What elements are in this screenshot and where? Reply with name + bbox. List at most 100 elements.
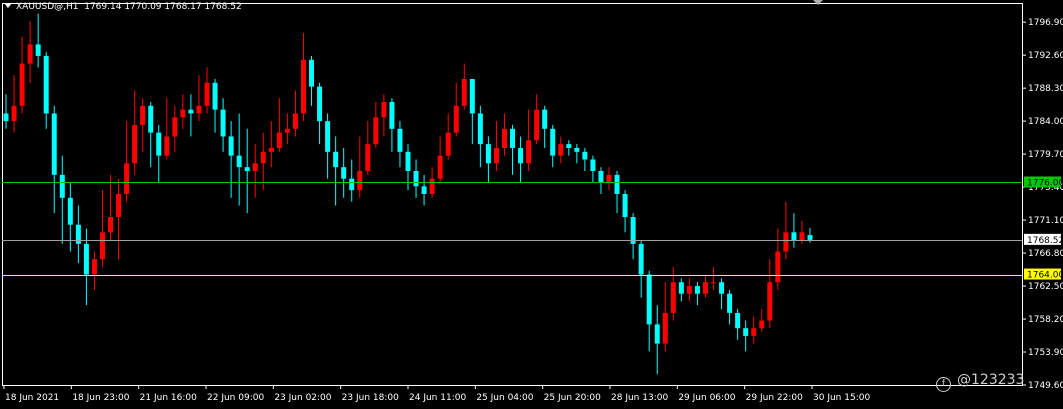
candle-body <box>686 286 692 294</box>
candle-body <box>429 178 435 194</box>
y-tick-label: 1753.90 <box>1028 348 1063 358</box>
candle-body <box>357 170 363 191</box>
y-tick-label: 1749.60 <box>1028 381 1063 391</box>
candle-body <box>694 286 700 294</box>
candle-body <box>164 136 170 156</box>
y-tick-label: 1792.60 <box>1028 51 1063 61</box>
candle-body <box>542 109 548 129</box>
candle-body <box>767 282 773 321</box>
candle-body <box>735 312 741 329</box>
level-label: 1768.52 <box>1027 236 1063 246</box>
x-tick-label: 30 Jun 15:00 <box>813 393 870 403</box>
x-tick-label: 18 Jun 2021 <box>5 393 59 403</box>
candle-body <box>260 151 266 164</box>
candle-body <box>284 128 290 133</box>
candle-body <box>670 282 676 313</box>
candle-body <box>196 105 202 114</box>
candle-body <box>566 144 572 148</box>
candle-body <box>381 101 387 118</box>
candle-body <box>341 167 347 179</box>
candle-body <box>445 132 451 156</box>
candle-body <box>276 132 282 148</box>
x-tick-label: 25 Jun 04:00 <box>476 393 533 403</box>
candle-body <box>99 232 105 260</box>
candle-body <box>622 194 628 218</box>
x-tick-label: 21 Jun 16:00 <box>140 393 197 403</box>
candle-body <box>574 147 580 152</box>
candle-body <box>91 259 97 275</box>
candle-body <box>156 132 162 156</box>
x-tick-label: 29 Jun 22:00 <box>746 393 803 403</box>
candle-body <box>485 144 491 164</box>
x-tick-label: 29 Jun 06:00 <box>678 393 735 403</box>
candle-body <box>83 243 89 275</box>
candle-body <box>51 113 57 175</box>
candle-body <box>477 113 483 145</box>
ohlc-readout: 1769.14 1770.09 1768.17 1768.52 <box>84 2 242 12</box>
level-label: 1776.00 <box>1027 178 1063 188</box>
candle-body <box>759 320 765 329</box>
candle-body <box>493 147 499 164</box>
candle-body <box>3 113 9 122</box>
candle-body <box>11 105 17 122</box>
candle-body <box>807 235 813 240</box>
candle-body <box>743 328 749 336</box>
candle-body <box>389 101 395 129</box>
level-label: 1764.00 <box>1027 271 1063 281</box>
candle-body <box>534 109 540 141</box>
candle-body <box>180 109 186 118</box>
x-tick-label: 23 Jun 02:00 <box>274 393 331 403</box>
candle-body <box>373 117 379 145</box>
symbol-label: XAUUSD@,H1 <box>16 2 79 12</box>
candle-body <box>67 197 73 225</box>
candle-body <box>116 194 122 218</box>
candle-body <box>413 170 419 187</box>
candle-body <box>19 63 25 106</box>
candle-body <box>244 167 250 171</box>
y-tick-label: 1758.20 <box>1028 315 1063 325</box>
candle-body <box>775 251 781 283</box>
candle-body <box>791 232 797 241</box>
price-chart[interactable]: 1796.901792.601788.301784.001779.701775.… <box>0 0 1063 409</box>
candle-body <box>662 312 668 344</box>
candle-body <box>300 59 306 114</box>
menu-triangle-icon[interactable] <box>4 3 12 8</box>
y-tick-label: 1762.50 <box>1028 282 1063 292</box>
x-tick-label: 23 Jun 18:00 <box>342 393 399 403</box>
candle-body <box>630 217 636 244</box>
candle-body <box>526 140 532 164</box>
candle-body <box>654 324 660 344</box>
candle-body <box>638 243 644 275</box>
candle-body <box>132 124 138 164</box>
candle-body <box>268 147 274 152</box>
candle-body <box>510 128 516 148</box>
candle-body <box>35 44 41 56</box>
candle-body <box>405 151 411 171</box>
candle-body <box>711 282 717 284</box>
candle-body <box>59 174 65 198</box>
candle-body <box>236 155 242 168</box>
candle-body <box>461 78 467 106</box>
y-tick-label: 1766.80 <box>1028 249 1063 259</box>
chart-header: XAUUSD@,H1 1769.14 1770.09 1768.17 1768.… <box>4 2 242 12</box>
candle-body <box>751 328 757 336</box>
candle-body <box>212 82 218 110</box>
candle-body <box>453 105 459 133</box>
candle-body <box>188 109 194 114</box>
candle-body <box>702 282 708 294</box>
chart-shift-marker-icon[interactable] <box>813 0 823 5</box>
candle-body <box>469 78 475 114</box>
candle-body <box>172 117 178 137</box>
watermark: f @123233 <box>936 372 1024 392</box>
candle-body <box>108 217 114 233</box>
candle-body <box>333 151 339 168</box>
candle-body <box>292 113 298 129</box>
candle-body <box>204 82 210 106</box>
candle-body <box>325 121 331 152</box>
candle-body <box>582 151 588 160</box>
x-tick-label: 18 Jun 23:00 <box>72 393 129 403</box>
candle-body <box>590 159 596 171</box>
candle-body <box>437 155 443 179</box>
candle-body <box>727 293 733 313</box>
candle-body <box>421 186 427 194</box>
